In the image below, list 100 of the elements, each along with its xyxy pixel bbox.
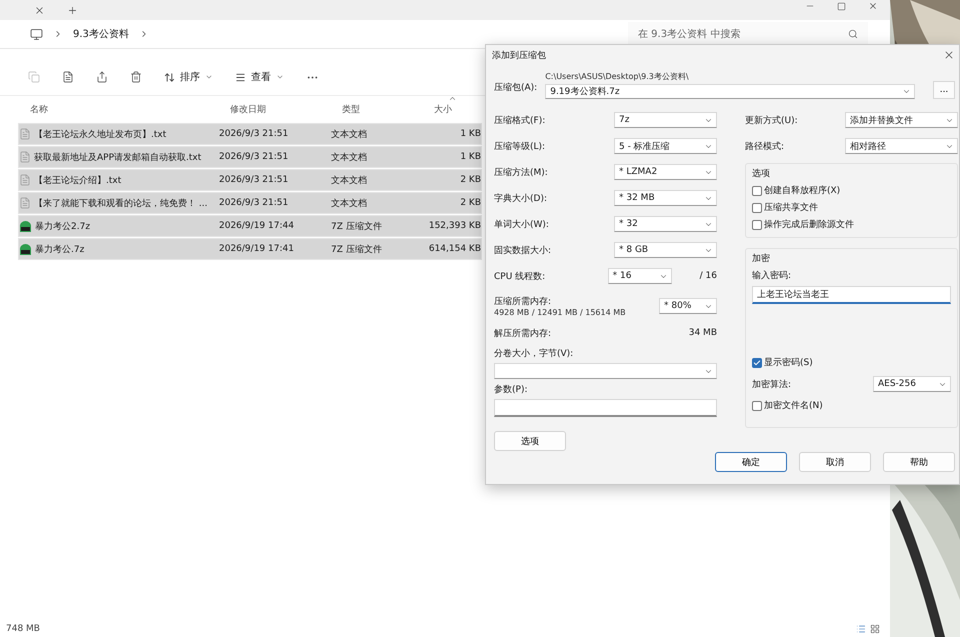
dialog-button[interactable]: 取消 (799, 452, 871, 472)
file-type: 文本文档 (331, 198, 368, 210)
file-name: 获取最新地址及APP请发邮箱自动获取.txt (34, 152, 202, 164)
delete-icon[interactable] (130, 71, 142, 83)
view-button[interactable]: 查看 (235, 70, 284, 84)
maximize-icon[interactable] (837, 2, 846, 10)
memory-usage: 4928 MB / 12491 MB / 15614 MB (494, 308, 626, 317)
share-icon[interactable] (96, 71, 108, 83)
field-label: 压缩等级(L): (494, 140, 546, 152)
dropdown[interactable]: 7z (614, 112, 717, 128)
file-name: 暴力考公.7z (35, 244, 84, 256)
dropdown[interactable]: 5 - 标准压缩 (614, 138, 717, 154)
parameters-field[interactable] (494, 399, 717, 417)
checkbox[interactable] (752, 400, 762, 410)
checkbox-label: 压缩共享文件 (764, 202, 818, 214)
dropdown[interactable]: * LZMA2 (614, 164, 717, 180)
dropdown[interactable] (494, 363, 717, 379)
checkbox[interactable] (752, 358, 762, 368)
field-label: 字典大小(D): (494, 192, 547, 204)
dropdown[interactable]: * 80% (659, 298, 717, 314)
file-date: 2026/9/19 17:44 (219, 221, 295, 231)
file-date: 2026/9/3 21:51 (219, 198, 290, 208)
text-file-icon (19, 128, 31, 140)
tiles-view-icon[interactable] (870, 624, 880, 634)
archive-name-dropdown[interactable]: 9.19考公资料.7z (545, 84, 915, 99)
new-tab-button[interactable] (67, 4, 78, 16)
field-label: 加密算法: (752, 378, 792, 390)
close-icon[interactable] (943, 49, 955, 61)
options-button[interactable]: 选项 (494, 431, 566, 451)
lines-icon (235, 72, 246, 82)
field-label: 更新方式(U): (745, 114, 798, 126)
file-size: 614,154 KB (428, 244, 481, 254)
group-title: 选项 (752, 168, 771, 180)
field-label: 压缩所需内存: (494, 296, 552, 308)
archive-path: C:\Users\ASUS\Desktop\9.3考公资料\ (545, 71, 690, 82)
file-name: 【老王论坛介绍】.txt (34, 174, 122, 186)
file-row[interactable]: 【老王论坛介绍】.txt 2026/9/3 21:51 文本文档 2 KB (18, 169, 482, 191)
dropdown[interactable]: 相对路径 (845, 138, 958, 154)
dropdown[interactable]: * 32 MB (614, 190, 717, 206)
file-size: 152,393 KB (428, 221, 481, 231)
browse-button[interactable]: ... (933, 81, 955, 99)
file-type: 7Z 压缩文件 (331, 244, 383, 256)
chevron-down-icon (205, 73, 213, 81)
checkbox[interactable] (752, 202, 762, 212)
dialog-button[interactable]: 帮助 (883, 452, 955, 472)
dropdown[interactable]: * 32 (614, 216, 717, 232)
column-header[interactable]: 名称 (30, 102, 230, 116)
breadcrumb-item[interactable]: 9.3考公资料 (73, 27, 129, 41)
file-type: 文本文档 (331, 152, 368, 164)
checkbox[interactable] (752, 186, 762, 196)
dropdown[interactable]: * 16 (608, 268, 672, 284)
dropdown[interactable]: 添加并替换文件 (845, 112, 958, 128)
text-file-icon (19, 174, 31, 186)
details-view-icon[interactable] (856, 624, 866, 634)
search-field[interactable]: 在 9.3考公资料 中搜索 (628, 22, 868, 46)
file-name: 暴力考公2.7z (35, 220, 90, 232)
column-header[interactable]: 修改日期 (230, 102, 342, 116)
close-icon[interactable] (868, 1, 878, 11)
text-file-icon (19, 197, 31, 209)
memory-readout: 34 MB (688, 328, 717, 338)
file-row[interactable]: 【老王论坛永久地址发布页】.txt 2026/9/3 21:51 文本文档 1 KB (18, 123, 482, 145)
file-name: 【老王论坛永久地址发布页】.txt (34, 128, 166, 140)
field-label: 输入密码: (752, 270, 792, 282)
checkbox[interactable] (752, 220, 762, 230)
checkbox-label: 创建自释放程序(X) (764, 184, 840, 197)
sort-button[interactable]: 排序 (164, 70, 213, 84)
column-header[interactable]: 类型 (342, 102, 434, 116)
file-size: 2 KB (459, 198, 481, 208)
field-label: 分卷大小，字节(V): (494, 348, 574, 360)
archive-icon (19, 243, 32, 255)
dropdown[interactable]: * 8 GB (614, 242, 717, 258)
dropdown[interactable]: AES-256 (873, 376, 951, 392)
file-size: 2 KB (459, 175, 481, 185)
field-label: 压缩方法(M): (494, 166, 548, 178)
field-label: CPU 线程数: (494, 270, 546, 282)
file-type: 7Z 压缩文件 (331, 220, 383, 232)
field-label: 解压所需内存: (494, 328, 552, 340)
field-label: 单词大小(W): (494, 218, 549, 230)
close-tab-button[interactable] (34, 4, 45, 16)
file-date: 2026/9/3 21:51 (219, 175, 290, 185)
file-date: 2026/9/3 21:51 (219, 152, 290, 162)
rename-icon[interactable] (62, 71, 74, 83)
file-date: 2026/9/3 21:51 (219, 129, 290, 139)
archive-icon (19, 220, 32, 232)
thread-total: / 16 (700, 271, 717, 281)
text-file-icon (19, 151, 31, 163)
password-field[interactable]: 上老王论坛当老王 (752, 286, 951, 304)
file-row[interactable]: 获取最新地址及APP请发邮箱自动获取.txt 2026/9/3 21:51 文本文档 1 KB (18, 146, 482, 168)
computer-icon (30, 28, 43, 40)
sort-arrows-icon (164, 72, 175, 82)
checkbox-label: 显示密码(S) (764, 356, 813, 369)
dialog-button[interactable]: 确定 (715, 452, 787, 472)
file-row[interactable]: 暴力考公2.7z 2026/9/19 17:44 7Z 压缩文件 152,393 KB (18, 215, 482, 237)
file-size: 1 KB (459, 129, 481, 139)
file-row[interactable]: 暴力考公.7z 2026/9/19 17:41 7Z 压缩文件 614,154 KB (18, 238, 482, 260)
file-row[interactable]: 【来了就能下载和观看的论坛，纯免费！ ... 2026/9/3 21:51 文本文档 2 KB (18, 192, 482, 214)
file-type: 文本文档 (331, 128, 368, 140)
checkbox-label: 操作完成后删除源文件 (764, 218, 854, 231)
chevron-down-icon (276, 73, 284, 81)
search-icon (848, 28, 858, 38)
